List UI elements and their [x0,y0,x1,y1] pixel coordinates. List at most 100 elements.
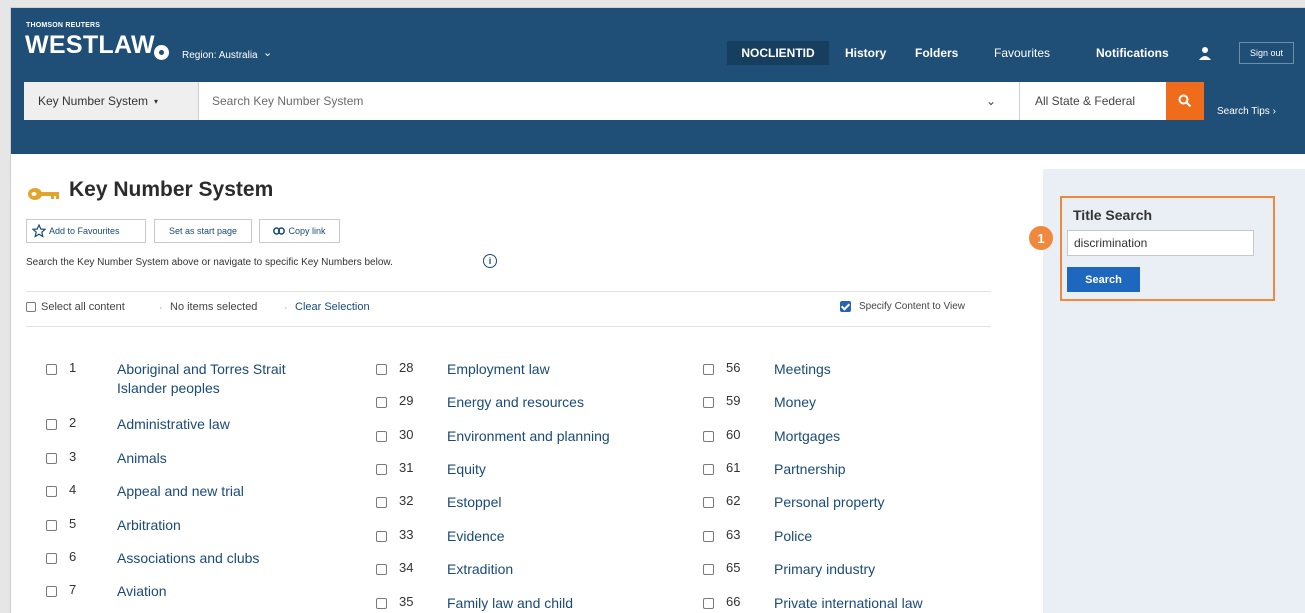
add-to-favourites-button[interactable]: Add to Favourites [26,219,146,243]
nav-notifications[interactable]: Notifications [1096,41,1169,65]
info-icon[interactable]: i [483,254,497,268]
title-search-button[interactable]: Search [1067,267,1140,292]
topic-link[interactable]: Extradition [447,560,687,579]
chevron-down-icon[interactable]: ⌄ [263,46,272,59]
topic-checkbox[interactable] [46,486,57,497]
topic-link[interactable]: Evidence [447,527,687,546]
topic-link[interactable]: Primary industry [774,560,1014,579]
nav-history[interactable]: History [845,41,886,65]
caret-down-icon: ▾ [154,96,159,106]
topic-checkbox[interactable] [46,520,57,531]
checkbox-checked-icon [840,301,851,312]
topic-link[interactable]: Associations and clubs [117,549,357,568]
topic-link[interactable]: Mortgages [774,427,1014,446]
topic-number: 31 [399,460,414,475]
topic-checkbox[interactable] [376,431,387,442]
topic-link[interactable]: Appeal and new trial [117,482,357,501]
topic-checkbox[interactable] [703,598,714,609]
sign-out-button[interactable]: Sign out [1239,42,1294,64]
search-input[interactable] [199,82,1019,120]
title-search-input[interactable] [1067,230,1254,256]
topic-checkbox[interactable] [376,598,387,609]
topic-number: 65 [726,560,741,575]
title-search-heading: Title Search [1073,207,1153,223]
topic-checkbox[interactable] [46,419,57,430]
search-icon [1178,94,1192,108]
topic-number: 30 [399,427,414,442]
client-id-button[interactable]: NOCLIENTID [727,41,829,65]
topic-link[interactable]: Money [774,393,1014,412]
topic-checkbox[interactable] [46,364,57,375]
select-all-label: Select all content [41,301,125,313]
topic-link[interactable]: Aviation [117,582,357,601]
jurisdiction-selector[interactable]: All State & Federal [1019,82,1166,120]
select-all-checkbox[interactable]: Select all content [26,301,125,313]
list-item: 66 Private international law [703,594,1013,613]
copy-link-button[interactable]: Copy link [259,219,340,243]
topic-checkbox[interactable] [376,531,387,542]
list-item: 61 Partnership [703,460,1013,484]
topic-link[interactable]: Administrative law [117,415,357,434]
topic-link[interactable]: Arbitration [117,516,357,535]
search-tips-label: Search Tips [1217,106,1270,117]
topic-number: 6 [69,549,77,564]
nav-favourites[interactable]: Favourites [994,41,1050,65]
list-item: 35 Family law and child [376,594,686,613]
clear-selection-link[interactable]: Clear Selection [295,301,370,313]
topic-link[interactable]: Partnership [774,460,1014,479]
topic-link[interactable]: Animals [117,449,357,468]
topic-number: 5 [69,516,77,531]
topic-checkbox[interactable] [46,553,57,564]
specify-content-checkbox[interactable]: Specify Content to View [840,301,965,312]
topic-checkbox[interactable] [703,497,714,508]
topic-link[interactable]: Meetings [774,360,1014,379]
topic-checkbox[interactable] [376,497,387,508]
search-scope-dropdown[interactable]: Key Number System ▾ [24,82,199,120]
topic-link[interactable]: Energy and resources [447,393,687,412]
step-callout-badge: 1 [1029,226,1053,250]
topic-checkbox[interactable] [46,453,57,464]
topic-checkbox[interactable] [703,397,714,408]
topic-checkbox[interactable] [703,431,714,442]
topic-checkbox[interactable] [376,397,387,408]
nav-folders[interactable]: Folders [915,41,958,65]
topic-link[interactable]: Family law and child [447,594,687,613]
topic-link[interactable]: Aboriginal and Torres Strait Islander pe… [117,360,297,398]
link-icon [273,227,286,235]
list-item: 30 Environment and planning [376,427,686,451]
app-window: THOMSON REUTERS WESTLAW Region: Australi… [10,7,1305,613]
topic-link[interactable]: Employment law [447,360,687,379]
list-item: 56 Meetings [703,360,1013,384]
list-item: 60 Mortgages [703,427,1013,451]
topic-checkbox[interactable] [703,364,714,375]
topic-checkbox[interactable] [703,464,714,475]
chevron-down-icon[interactable]: ⌄ [986,94,996,108]
topic-checkbox[interactable] [703,564,714,575]
topic-link[interactable]: Police [774,527,1014,546]
topic-number: 60 [726,427,741,442]
brand-dot-icon [154,45,169,60]
topic-link[interactable]: Private international law [774,594,1014,613]
separator-dot: · [284,302,288,314]
list-item: 33 Evidence [376,527,686,551]
topic-checkbox[interactable] [376,364,387,375]
brand-logo[interactable]: WESTLAW [25,31,155,60]
list-item: 31 Equity [376,460,686,484]
set-start-page-button[interactable]: Set as start page [154,219,252,243]
region-selector[interactable]: Region: Australia [182,50,258,61]
topic-checkbox[interactable] [376,464,387,475]
topic-checkbox[interactable] [703,531,714,542]
list-item: 2 Administrative law [46,415,356,439]
checkbox-icon [26,302,36,312]
topic-link[interactable]: Equity [447,460,687,479]
topic-link[interactable]: Estoppel [447,493,687,512]
search-tips-link[interactable]: Search Tips › [1217,106,1276,117]
user-icon[interactable] [1198,46,1212,60]
search-button[interactable] [1166,82,1204,120]
topic-checkbox[interactable] [46,586,57,597]
topic-number: 28 [399,360,414,375]
topic-link[interactable]: Personal property [774,493,1014,512]
topic-link[interactable]: Environment and planning [447,427,687,446]
topic-checkbox[interactable] [376,564,387,575]
selection-count: No items selected [170,301,258,313]
